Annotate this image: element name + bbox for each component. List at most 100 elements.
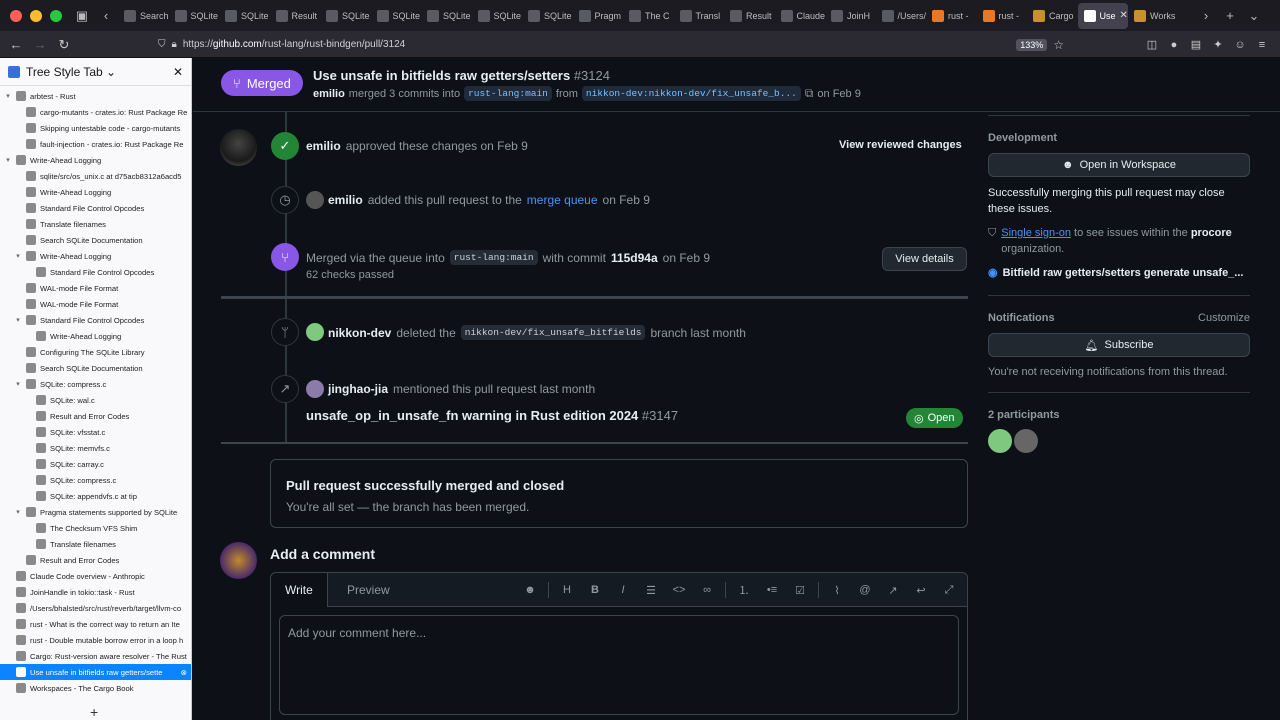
minimize-window-button[interactable]: [30, 9, 42, 22]
twisty-icon[interactable]: ▾: [4, 156, 12, 164]
shield-icon[interactable]: ⛉: [158, 39, 166, 50]
avatar[interactable]: [306, 191, 324, 209]
sidebar-tab-item[interactable]: SQLite: wal.c: [0, 392, 191, 408]
browser-tab[interactable]: docsrs-icon JoinH: [825, 3, 876, 29]
browser-tab[interactable]: stackoverflow-iconrust -: [977, 3, 1028, 29]
zoom-level-badge[interactable]: 133%: [1016, 38, 1048, 51]
close-sidebar-icon[interactable]: ✕: [173, 65, 183, 79]
sidebar-tab-item[interactable]: Write-Ahead Logging: [0, 184, 191, 200]
sidebar-tab-item[interactable]: Write-Ahead Logging: [0, 328, 191, 344]
browser-tab[interactable]: github-iconUse ✕: [1077, 2, 1128, 29]
new-tab-icon[interactable]: +: [1218, 4, 1242, 28]
sidebar-tab-item[interactable]: Use unsafe in bitfields raw getters/sett…: [0, 664, 191, 680]
sidebar-tab-item[interactable]: Standard File Control Opcodes: [0, 200, 191, 216]
scroll-tabs-left-icon[interactable]: ‹: [94, 4, 118, 28]
sidebar-tab-item[interactable]: Workspaces - The Cargo Book: [0, 680, 191, 696]
new-tab-plus-icon[interactable]: +: [90, 704, 98, 720]
sidebar-tab-item[interactable]: ▾ Write-Ahead Logging: [0, 248, 191, 264]
task-list-icon[interactable]: ☑: [790, 584, 810, 597]
avatar[interactable]: [220, 129, 257, 166]
sidebar-tab-item[interactable]: SQLite: compress.c: [0, 472, 191, 488]
sidebar-tab-item[interactable]: Cargo: Rust-version aware resolver - The…: [0, 648, 191, 664]
open-in-workspace-button[interactable]: ☻ Open in Workspace: [988, 153, 1250, 177]
bold-icon[interactable]: B: [585, 584, 605, 596]
avatar[interactable]: [220, 542, 257, 579]
browser-tab[interactable]: sqlite-iconResult: [270, 3, 321, 29]
sidebar-tab-item[interactable]: ▾ Standard File Control Opcodes: [0, 312, 191, 328]
sidebar-tab-item[interactable]: SQLite: vfsstat.c: [0, 424, 191, 440]
queue-user-link[interactable]: emilio: [328, 193, 363, 207]
twisty-icon[interactable]: ▾: [14, 316, 22, 324]
tab-preview[interactable]: Preview: [333, 573, 404, 607]
link-icon[interactable]: ∞: [697, 584, 717, 596]
italic-icon[interactable]: I: [613, 584, 633, 596]
sidebar-tab-item[interactable]: ▾ SQLite: compress.c: [0, 376, 191, 392]
view-details-button[interactable]: View details: [882, 247, 967, 271]
copilot-icon[interactable]: ☻: [520, 584, 540, 596]
tab-overview-icon[interactable]: ▣: [70, 4, 94, 28]
sidebar-tab-item[interactable]: WAL-mode File Format: [0, 280, 191, 296]
browser-tab[interactable]: file-icon/Users/bh: [876, 3, 926, 29]
browser-tab[interactable]: sqlite-iconSQLite: [371, 3, 422, 29]
sidebar-tab-item[interactable]: cargo-mutants - crates.io: Rust Package …: [0, 104, 191, 120]
bookmark-star-icon[interactable]: ☆: [1053, 38, 1064, 52]
twisty-icon[interactable]: ▾: [14, 380, 22, 388]
heading-icon[interactable]: H: [557, 584, 577, 596]
browser-tab[interactable]: sqlite-iconTransl: [674, 3, 725, 29]
lock-icon[interactable]: 🔒︎: [172, 39, 177, 50]
twisty-icon[interactable]: ▾: [14, 252, 22, 260]
sidebar-tab-item[interactable]: Result and Error Codes: [0, 552, 191, 568]
browser-tab[interactable]: anthropic-iconClaude: [775, 3, 825, 29]
reload-icon[interactable]: ↻: [52, 33, 76, 57]
merge-queue-link[interactable]: merge queue: [527, 193, 598, 207]
avatar[interactable]: [988, 429, 1012, 453]
base-branch-label[interactable]: rust-lang:main: [464, 86, 552, 101]
tab-list-dropdown-icon[interactable]: ⌄: [1242, 4, 1266, 28]
sidebar-tab-item[interactable]: SQLite: carray.c: [0, 456, 191, 472]
head-branch-label[interactable]: nikkon-dev:nikkon-dev/fix_unsafe_b...: [581, 86, 801, 101]
forward-icon[interactable]: →: [28, 33, 52, 57]
browser-tab[interactable]: sqlite-iconSQLite: [320, 3, 371, 29]
browser-tab[interactable]: sqlite-iconSQLite: [169, 3, 220, 29]
sidebar-tab-item[interactable]: Search SQLite Documentation: [0, 232, 191, 248]
pocket-icon[interactable]: ◫: [1144, 37, 1160, 53]
subscribe-button[interactable]: 🔔︎ Subscribe: [988, 333, 1250, 357]
numbered-list-icon[interactable]: ⒈: [734, 582, 754, 598]
sidebar-tab-item[interactable]: Skipping untestable code - cargo-mutants: [0, 120, 191, 136]
sidebar-tab-item[interactable]: Translate filenames: [0, 216, 191, 232]
comment-textarea[interactable]: Add your comment here...: [279, 615, 959, 715]
commit-sha-link[interactable]: 115d94a: [611, 251, 658, 265]
copy-icon[interactable]: ⧉: [805, 86, 814, 101]
close-window-button[interactable]: [10, 9, 22, 22]
checks-passed-link[interactable]: 62 checks passed: [306, 269, 394, 281]
browser-tab[interactable]: sqlite-iconSQLite: [522, 3, 573, 29]
approve-user-link[interactable]: emilio: [306, 139, 341, 153]
extensions-puzzle-icon[interactable]: ✦: [1210, 37, 1226, 53]
browser-tab[interactable]: sqlite-iconSQLite: [421, 3, 472, 29]
avatar[interactable]: [306, 380, 324, 398]
linked-issue-row[interactable]: ◉ Bitfield raw getters/setters generate …: [988, 265, 1250, 281]
avatar[interactable]: [306, 323, 324, 341]
browser-tab[interactable]: book-icon Cargo: [1027, 3, 1078, 29]
sidebar-tab-item[interactable]: rust - What is the correct way to return…: [0, 616, 191, 632]
attach-icon[interactable]: ⌇: [827, 584, 847, 597]
single-sign-on-link[interactable]: Single sign-on: [1001, 227, 1071, 239]
browser-tab[interactable]: sqlite-iconSQLite: [472, 3, 523, 29]
sidebar-tab-item[interactable]: Claude Code overview - Anthropic: [0, 568, 191, 584]
sidebar-tab-item[interactable]: Translate filenames: [0, 536, 191, 552]
merged-branch-label[interactable]: rust-lang:main: [449, 250, 538, 265]
code-icon[interactable]: <>: [669, 584, 689, 596]
deleted-user-link[interactable]: nikkon-dev: [328, 326, 391, 340]
sidebar-tab-item[interactable]: ▾ Pragma statements supported by SQLite: [0, 504, 191, 520]
mention-icon[interactable]: @: [855, 584, 875, 596]
sidebar-tab-item[interactable]: Configuring The SQLite Library: [0, 344, 191, 360]
extension-icon[interactable]: ●: [1166, 37, 1182, 53]
sidebar-tab-item[interactable]: ▾ Write-Ahead Logging: [0, 152, 191, 168]
reply-icon[interactable]: ↩: [911, 584, 931, 597]
sidebar-tab-item[interactable]: fault-injection - crates.io: Rust Packag…: [0, 136, 191, 152]
linked-issue-title[interactable]: unsafe_op_in_unsafe_fn warning in Rust e…: [306, 408, 678, 423]
browser-tab[interactable]: sqlite-iconSQLite: [219, 3, 270, 29]
customize-link[interactable]: Customize: [1198, 312, 1250, 324]
browser-tab[interactable]: sqlite-iconPragm: [573, 3, 624, 29]
sidebar-tab-item[interactable]: Result and Error Codes: [0, 408, 191, 424]
